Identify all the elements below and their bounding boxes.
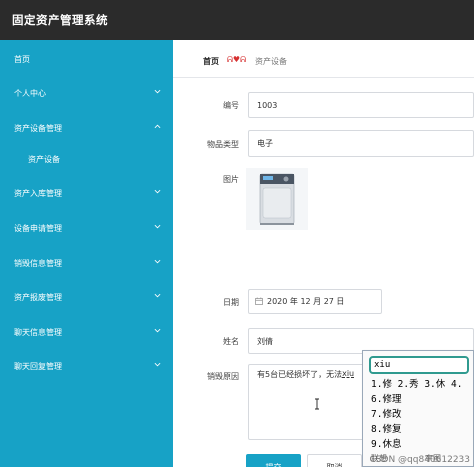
chevron-down-icon [154,223,161,232]
ime-candidate[interactable]: 7.修改 [371,406,401,420]
date-value: 2020 年 12 月 27 日 [267,297,345,306]
watermark: CSDN @qq840612233 [369,455,470,465]
sidebar-item-label: 个人中心 [14,89,46,98]
sidebar-item-label: 首页 [14,55,30,64]
sidebar-item-home[interactable]: 首页 [0,51,173,69]
sidebar-item-label: 设备申请管理 [14,224,62,233]
name-label: 姓名 [223,337,239,346]
breadcrumb-separator: ᕱ♥ᕱ [227,55,247,64]
sidebar-item-destroy[interactable]: 销毁信息管理 [0,255,173,273]
sidebar-item-label: 资产设备 [28,155,60,164]
app-title: 固定资产管理系统 [12,13,108,27]
cancel-button[interactable]: 取消 [307,454,362,467]
chevron-up-icon [154,123,161,132]
sidebar-item-chat-reply[interactable]: 聊天回复管理 [0,358,173,376]
breadcrumb-current: 资产设备 [255,57,287,66]
sidebar-item-apply[interactable]: 设备申请管理 [0,220,173,238]
reason-label: 销毁原因 [207,372,239,381]
chevron-down-icon [154,327,161,336]
chevron-down-icon [154,188,161,197]
sidebar-item-profile[interactable]: 个人中心 [0,85,173,103]
ime-candidate-row[interactable]: 1.修 2.秀 3.休 4. [371,376,462,390]
type-label: 物品类型 [207,140,239,149]
breadcrumb: 首页 ᕱ♥ᕱ 资产设备 [173,40,474,78]
image-label: 图片 [223,175,239,184]
reason-composing-text: xiu [342,369,355,378]
sidebar-item-assets[interactable]: 资产设备 [0,151,173,169]
sidebar: 首页 个人中心 资产设备管理 资产设备 资产入库管理 设备申请管理 销毁信息管理… [0,40,173,467]
type-field[interactable]: 电子 [248,130,474,157]
ime-candidate[interactable]: 6.修理 [371,391,401,405]
text-cursor-icon [314,398,320,410]
date-label: 日期 [223,298,239,307]
date-picker[interactable]: 2020 年 12 月 27 日 [248,289,382,314]
sidebar-item-stock-in[interactable]: 资产入库管理 [0,185,173,203]
chevron-down-icon [154,361,161,370]
chevron-down-icon [154,292,161,301]
ime-candidate[interactable]: 8.修复 [371,421,401,435]
sidebar-item-scrap[interactable]: 资产报废管理 [0,289,173,307]
top-bar: 固定资产管理系统 [0,0,474,40]
id-field[interactable]: 1003 [248,92,474,118]
breadcrumb-home[interactable]: 首页 [203,56,219,67]
id-label: 编号 [223,101,239,110]
chevron-down-icon [154,258,161,267]
sidebar-item-label: 资产设备管理 [14,124,62,133]
chevron-down-icon [154,88,161,97]
reason-text: 有5台已经损坏了，无法 [257,370,343,379]
washing-machine-image [246,168,308,230]
ime-candidate-window: xiu 1.修 2.秀 3.休 4. 6.修理 7.修改 8.修复 9.休息 联… [362,350,474,467]
calendar-icon [255,297,263,307]
ime-composition: xiu [369,356,469,374]
ime-candidate[interactable]: 9.休息 [371,436,401,450]
sidebar-item-label: 聊天回复管理 [14,362,62,371]
submit-button[interactable]: 提交 [246,454,301,467]
sidebar-item-label: 聊天信息管理 [14,328,62,337]
sidebar-item-asset-management[interactable]: 资产设备管理 [0,120,173,138]
sidebar-item-label: 资产报废管理 [14,293,62,302]
sidebar-item-label: 销毁信息管理 [14,259,62,268]
sidebar-item-chat-info[interactable]: 聊天信息管理 [0,324,173,342]
sidebar-item-label: 资产入库管理 [14,189,62,198]
